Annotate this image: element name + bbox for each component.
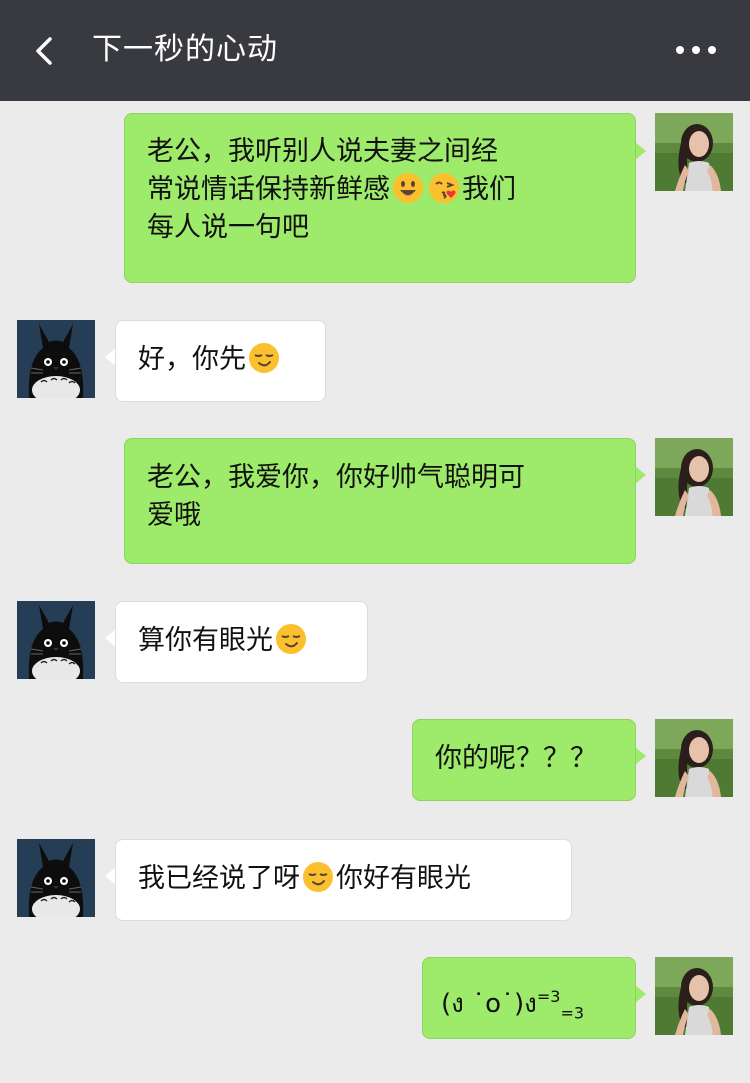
bubble-tail (635, 142, 646, 160)
message-bubble[interactable]: 算你有眼光 (115, 601, 368, 683)
kissing-face-icon (428, 172, 460, 204)
message-text: 常说情话保持新鲜感 我们 (147, 172, 516, 205)
smirk-face-icon (275, 623, 307, 655)
message-bubble[interactable]: 好，你先 (115, 320, 326, 402)
smiling-face-icon (393, 173, 423, 203)
message-text: 你好有眼光 (336, 863, 471, 894)
message-text: 老公，我听别人说夫妻之间经 (147, 136, 498, 167)
message-text: 每人说一句吧 (147, 212, 309, 243)
message-text: 算你有眼光 (138, 625, 273, 656)
message-bubble[interactable]: 你的呢？？？ (412, 719, 636, 801)
message-text: =3 (536, 987, 561, 1006)
message-text: 我已经说了呀 (138, 863, 300, 894)
bubble-tail (635, 466, 646, 484)
message-text: =3 (560, 1003, 585, 1023)
chevron-left-icon[interactable] (30, 31, 60, 71)
smirk-face-icon (302, 861, 334, 893)
bubble-tail (635, 747, 646, 765)
avatar-me[interactable] (655, 438, 733, 516)
chat-title: 下一秒的心动 (92, 32, 278, 67)
smirk-face-icon (248, 342, 280, 374)
avatar-me[interactable] (655, 957, 733, 1035)
message-text: 你的呢？？？ (435, 743, 597, 774)
message-bubble[interactable]: 老公，我爱你，你好帅气聪明可 爱哦 (124, 438, 636, 564)
avatar-me[interactable] (655, 719, 733, 797)
avatar-contact[interactable] (17, 601, 95, 679)
avatar-contact[interactable] (17, 839, 95, 917)
message-bubble[interactable]: (ง ˙o˙)ง=3=3 (422, 957, 636, 1039)
chat-header: 下一秒的心动 (0, 0, 750, 101)
message-text: 老公，我爱你，你好帅气聪明可 (147, 462, 525, 493)
bubble-tail (635, 985, 646, 1003)
message-bubble[interactable]: 老公，我听别人说夫妻之间经 常说情话保持新鲜感 我们 每人说一句吧 (124, 113, 636, 283)
avatar-contact[interactable] (17, 320, 95, 398)
avatar-me[interactable] (655, 113, 733, 191)
message-text: 爱哦 (147, 500, 201, 531)
more-dots-icon[interactable] (673, 40, 719, 60)
message-text: (ง ˙o˙)ง (441, 989, 537, 1019)
message-text: 好，你先 (138, 344, 246, 375)
message-bubble[interactable]: 我已经说了呀 你好有眼光 (115, 839, 572, 921)
